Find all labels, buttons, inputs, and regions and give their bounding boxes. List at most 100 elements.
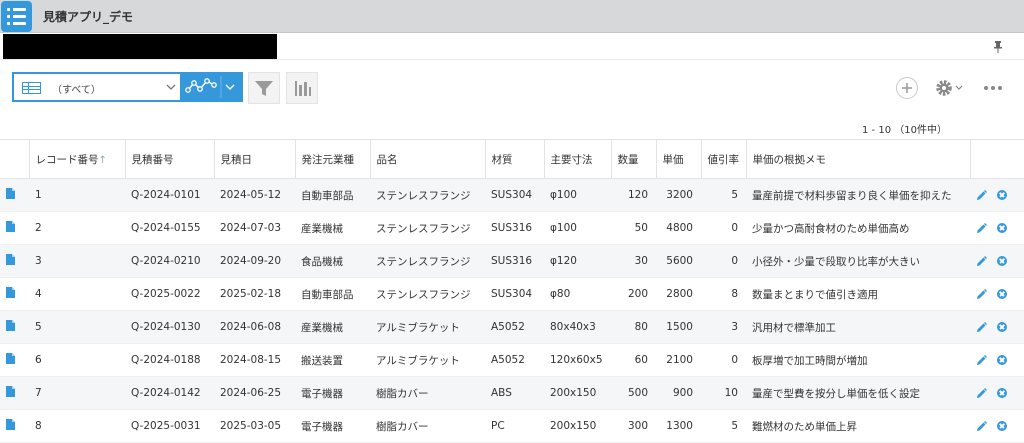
table-cell: 2 bbox=[29, 211, 125, 245]
app-header: 見積アプリ_デモ bbox=[0, 0, 1024, 33]
header-dimensions[interactable]: 主要寸法 bbox=[544, 139, 612, 179]
delete-icon[interactable] bbox=[997, 190, 1007, 200]
table-row[interactable]: 2 Q-2024-0155 2024-07-03 産業機械 ステンレスフランジ SUS31… bbox=[0, 211, 1024, 245]
table-row[interactable]: 5 Q-2024-0130 2024-06-08 産業機械 アルミブラケット A5052 8… bbox=[0, 310, 1024, 344]
row-detail-cell[interactable] bbox=[0, 376, 29, 410]
row-actions bbox=[970, 244, 1024, 278]
delete-icon[interactable] bbox=[997, 322, 1007, 332]
table-cell: ステンレスフランジ bbox=[370, 211, 485, 245]
table-cell: 1 bbox=[29, 178, 125, 212]
header-discount[interactable]: 値引率 bbox=[701, 139, 747, 179]
table-cell: 板厚増で加工時間が増加 bbox=[746, 343, 970, 377]
table-row[interactable]: 7 Q-2024-0142 2024-06-25 電子機器 樹脂カバー ABS 200x15… bbox=[0, 376, 1024, 410]
edit-icon[interactable] bbox=[976, 222, 987, 234]
header-material[interactable]: 材質 bbox=[485, 139, 545, 179]
table-cell: 50 bbox=[611, 211, 656, 245]
header-product[interactable]: 品名 bbox=[370, 139, 486, 179]
row-actions bbox=[970, 409, 1024, 443]
edit-icon[interactable] bbox=[976, 255, 987, 267]
sort-arrow-icon: ↑ bbox=[98, 154, 107, 166]
edit-icon[interactable] bbox=[976, 189, 987, 201]
table-cell: Q-2025-0031 bbox=[125, 409, 214, 443]
table-cell: 樹脂カバー bbox=[370, 409, 485, 443]
pin-icon[interactable] bbox=[993, 41, 1003, 53]
table-cell: 2100 bbox=[656, 343, 701, 377]
table-cell: 8 bbox=[701, 277, 746, 311]
document-icon[interactable] bbox=[6, 419, 15, 430]
header-memo[interactable]: 単価の根拠メモ bbox=[746, 139, 971, 179]
row-detail-cell[interactable] bbox=[0, 178, 29, 212]
table-cell: アルミブラケット bbox=[370, 310, 485, 344]
table-cell: Q-2024-0188 bbox=[125, 343, 214, 377]
document-icon[interactable] bbox=[6, 254, 15, 265]
row-actions bbox=[970, 277, 1024, 311]
row-detail-cell[interactable] bbox=[0, 244, 29, 278]
header-industry[interactable]: 発注元業種 bbox=[295, 139, 371, 179]
filter-button[interactable] bbox=[248, 72, 280, 104]
more-icon[interactable] bbox=[983, 85, 1003, 91]
document-icon[interactable] bbox=[6, 188, 15, 199]
delete-icon[interactable] bbox=[997, 289, 1007, 299]
edit-icon[interactable] bbox=[976, 387, 987, 399]
bar-chart-icon bbox=[295, 81, 311, 96]
header-quantity[interactable]: 数量 bbox=[611, 139, 657, 179]
table-row[interactable]: 6 Q-2024-0188 2024-08-15 搬送装置 アルミブラケット A5052 1… bbox=[0, 343, 1024, 377]
row-detail-cell[interactable] bbox=[0, 343, 29, 377]
edit-icon[interactable] bbox=[976, 321, 987, 333]
table-row[interactable]: 4 Q-2025-0022 2025-02-18 自動車部品 ステンレスフランジ SUS3… bbox=[0, 277, 1024, 311]
document-icon[interactable] bbox=[6, 320, 15, 331]
table-cell: SUS304 bbox=[485, 178, 544, 212]
view-selector[interactable]: （すべて） bbox=[12, 72, 180, 102]
table-cell: 3 bbox=[701, 310, 746, 344]
delete-icon[interactable] bbox=[997, 256, 1007, 266]
row-actions bbox=[970, 310, 1024, 344]
chart-button[interactable] bbox=[286, 72, 318, 104]
document-icon[interactable] bbox=[6, 353, 15, 364]
gear-icon[interactable] bbox=[934, 78, 966, 98]
table-header-row: レコード番号↑ 見積番号 見積日 発注元業種 品名 材質 主要寸法 数量 単価 … bbox=[0, 139, 1024, 179]
filter-icon bbox=[255, 81, 273, 96]
graph-view-button[interactable] bbox=[180, 72, 243, 102]
divider bbox=[0, 59, 1024, 60]
redacted-bar bbox=[3, 34, 277, 59]
table-cell: 5 bbox=[701, 178, 746, 212]
header-record-number[interactable]: レコード番号↑ bbox=[29, 139, 126, 179]
table-row[interactable]: 1 Q-2024-0101 2024-05-12 自動車部品 ステンレスフランジ SUS3… bbox=[0, 178, 1024, 212]
document-icon[interactable] bbox=[6, 287, 15, 298]
view-selector-label: （すべて） bbox=[52, 85, 101, 96]
document-icon[interactable] bbox=[6, 221, 15, 232]
edit-icon[interactable] bbox=[976, 420, 987, 432]
table-cell: 900 bbox=[656, 376, 701, 410]
table-cell: 80 bbox=[611, 310, 656, 344]
app-list-icon[interactable] bbox=[1, 1, 32, 32]
header-unit-price[interactable]: 単価 bbox=[656, 139, 702, 179]
table-cell: 2025-02-18 bbox=[214, 277, 295, 311]
row-detail-cell[interactable] bbox=[0, 310, 29, 344]
table-cell: 4800 bbox=[656, 211, 701, 245]
table-row[interactable]: 8 Q-2025-0031 2025-03-05 電子機器 樹脂カバー PC 200x150… bbox=[0, 409, 1024, 443]
delete-icon[interactable] bbox=[997, 223, 1007, 233]
graph-icon bbox=[185, 76, 235, 98]
row-actions bbox=[970, 343, 1024, 377]
table-cell: ABS bbox=[485, 376, 544, 410]
app-title[interactable]: 見積アプリ_デモ bbox=[43, 8, 133, 25]
edit-icon[interactable] bbox=[976, 288, 987, 300]
edit-icon[interactable] bbox=[976, 354, 987, 366]
add-record-button[interactable] bbox=[896, 77, 918, 99]
table-cell: SUS316 bbox=[485, 244, 544, 278]
table-cell: Q-2024-0210 bbox=[125, 244, 214, 278]
delete-icon[interactable] bbox=[997, 421, 1007, 431]
row-detail-cell[interactable] bbox=[0, 211, 29, 245]
table-cell: φ100 bbox=[544, 178, 611, 212]
row-detail-cell[interactable] bbox=[0, 277, 29, 311]
table-cell: 120 bbox=[611, 178, 656, 212]
header-quote-number[interactable]: 見積番号 bbox=[125, 139, 215, 179]
table-cell: 1300 bbox=[656, 409, 701, 443]
row-detail-cell[interactable] bbox=[0, 409, 29, 443]
header-quote-date[interactable]: 見積日 bbox=[214, 139, 296, 179]
delete-icon[interactable] bbox=[997, 388, 1007, 398]
table-row[interactable]: 3 Q-2024-0210 2024-09-20 食品機械 ステンレスフランジ SUS31… bbox=[0, 244, 1024, 278]
table-cell: 数量まとまりで値引き適用 bbox=[746, 277, 970, 311]
document-icon[interactable] bbox=[6, 386, 15, 397]
delete-icon[interactable] bbox=[997, 355, 1007, 365]
